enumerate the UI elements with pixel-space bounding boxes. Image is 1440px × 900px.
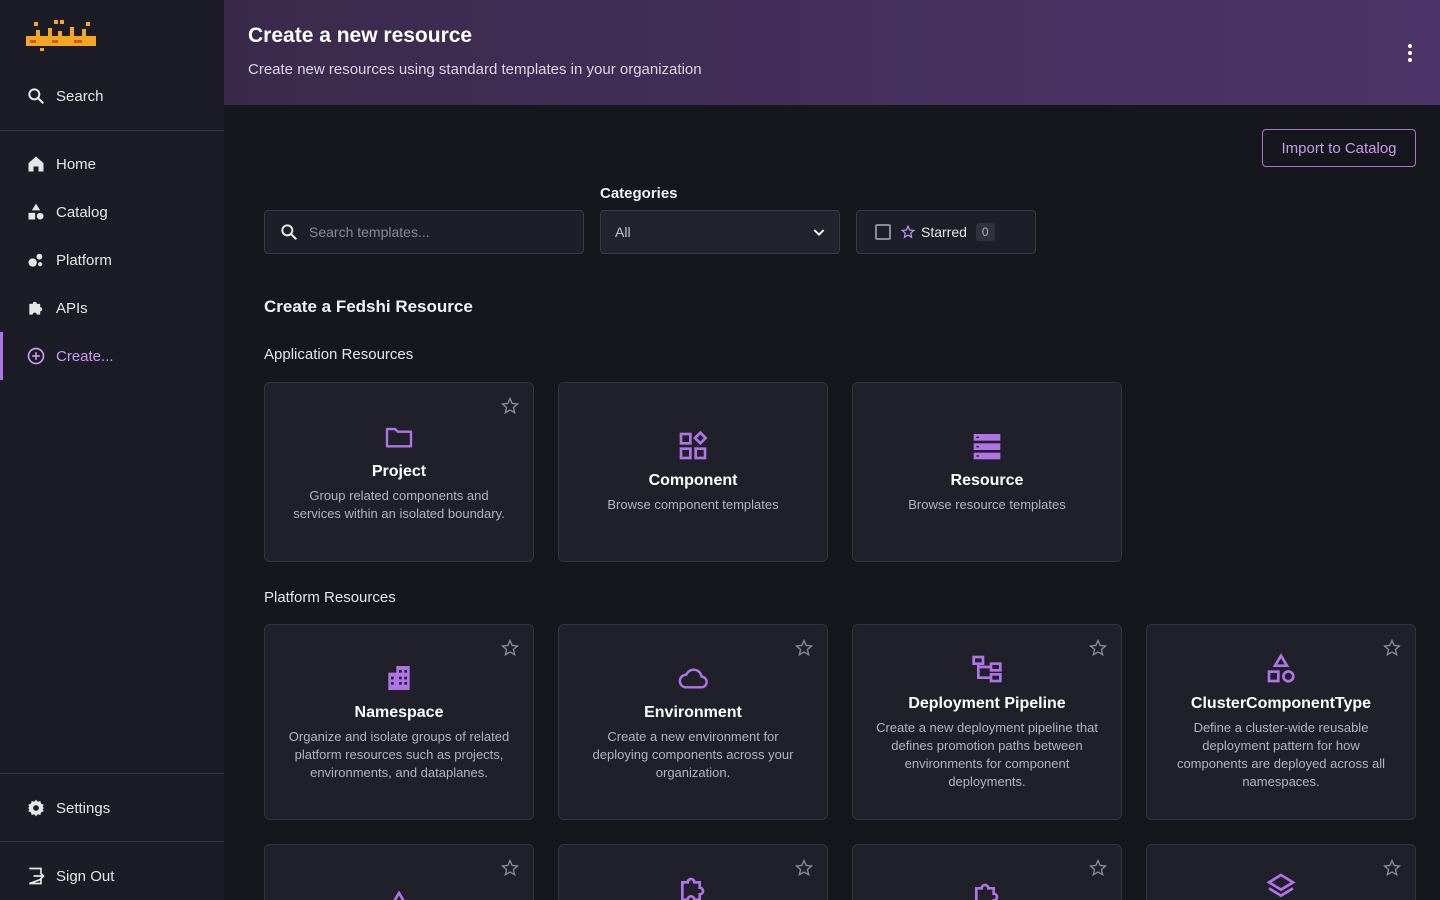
template-card-environment[interactable]: Environment Create a new environment for…	[558, 624, 828, 820]
star-icon[interactable]	[1089, 859, 1107, 877]
page-subtitle: Create new resources using standard temp…	[248, 61, 702, 78]
card-title: Namespace	[354, 704, 444, 721]
card-title: ClusterComponentType	[1190, 695, 1372, 712]
sidebar-item-label: Search	[56, 87, 104, 105]
sidebar-item-signout[interactable]: Sign Out	[0, 852, 224, 900]
sidebar-item-create[interactable]: Create...	[0, 332, 224, 380]
sidebar-divider	[0, 773, 224, 774]
signout-icon	[26, 866, 46, 886]
group-title-application: Application Resources	[264, 346, 414, 363]
star-icon[interactable]	[1383, 639, 1401, 657]
star-icon	[901, 225, 915, 239]
section-title: Create a Fedshi Resource	[264, 297, 473, 316]
resource-icon	[973, 434, 1001, 460]
sidebar-divider	[0, 841, 224, 842]
template-card-partial-4[interactable]	[1146, 844, 1416, 900]
platform-icon	[26, 250, 46, 270]
puzzle-icon	[681, 877, 705, 900]
sidebar-item-label: Home	[56, 155, 97, 173]
starred-label: Starred	[921, 224, 967, 240]
template-card-namespace[interactable]: Namespace Organize and isolate groups of…	[264, 624, 534, 820]
sidebar-item-settings[interactable]: Settings	[0, 784, 224, 832]
sidebar-item-label: Settings	[56, 799, 111, 817]
categories-label: Categories	[600, 185, 678, 202]
folder-icon	[385, 427, 413, 448]
template-card-cluster-component-type[interactable]: ClusterComponentType Define a cluster-wi…	[1146, 624, 1416, 820]
apis-icon	[26, 298, 46, 318]
sidebar-item-home[interactable]: Home	[0, 140, 224, 188]
catalog-icon	[26, 202, 46, 222]
sidebar-item-search[interactable]: Search	[0, 72, 224, 120]
star-icon[interactable]	[795, 639, 813, 657]
template-card-partial-3[interactable]	[852, 844, 1122, 900]
starred-checkbox[interactable]	[875, 224, 891, 240]
cloud-icon	[678, 668, 708, 689]
categories-select[interactable]: All	[600, 210, 840, 254]
warning-icon	[393, 890, 405, 900]
create-icon	[26, 346, 46, 366]
search-icon	[26, 86, 46, 106]
star-icon[interactable]	[501, 859, 519, 877]
template-card-partial-1[interactable]	[264, 844, 534, 900]
star-icon[interactable]	[501, 639, 519, 657]
group-title-platform: Platform Resources	[264, 589, 396, 606]
sidebar-item-label: Sign Out	[56, 867, 115, 885]
card-description: Create a new environment for deploying c…	[592, 729, 794, 780]
template-card-resource[interactable]: Resource Browse resource templates	[852, 382, 1122, 562]
card-description: Browse component templates	[607, 497, 779, 512]
sidebar: Search Home Catalog Platform APIs Create…	[0, 0, 224, 900]
settings-icon	[26, 798, 46, 818]
template-card-component[interactable]: Component Browse component templates	[558, 382, 828, 562]
star-icon[interactable]	[1089, 639, 1107, 657]
sidebar-item-label: Catalog	[56, 203, 108, 221]
card-description: Browse resource templates	[908, 497, 1066, 512]
sidebar-item-label: Platform	[56, 251, 112, 269]
star-icon[interactable]	[1383, 859, 1401, 877]
sidebar-item-label: Create...	[56, 347, 114, 365]
namespace-icon	[388, 666, 410, 690]
card-description: Create a new deployment pipeline that de…	[876, 720, 1098, 789]
home-icon	[26, 154, 46, 174]
categories-value: All	[615, 224, 631, 240]
star-icon[interactable]	[795, 859, 813, 877]
sidebar-divider	[0, 130, 224, 131]
chevron-down-icon	[813, 229, 825, 236]
card-description: Organize and isolate groups of related p…	[288, 729, 510, 780]
import-to-catalog-button[interactable]: Import to Catalog	[1262, 129, 1416, 167]
sidebar-item-platform[interactable]: Platform	[0, 236, 224, 284]
sidebar-item-label: APIs	[56, 299, 88, 317]
card-title: Deployment Pipeline	[908, 695, 1066, 712]
card-title: Resource	[950, 472, 1024, 489]
sidebar-item-catalog[interactable]: Catalog	[0, 188, 224, 236]
kebab-icon[interactable]	[1400, 40, 1420, 66]
template-search[interactable]	[264, 210, 584, 254]
search-input[interactable]	[309, 224, 569, 240]
card-description: Group related components and services wi…	[293, 488, 505, 521]
star-icon[interactable]	[501, 397, 519, 415]
puzzle-icon	[975, 883, 999, 900]
starred-filter[interactable]: Starred 0	[856, 210, 1036, 254]
page-header: Create a new resource Create new resourc…	[224, 0, 1440, 105]
layers-icon	[1266, 873, 1296, 898]
search-icon	[281, 224, 297, 240]
card-title: Project	[371, 463, 427, 480]
starred-count-badge: 0	[975, 223, 995, 241]
page-title: Create a new resource	[248, 24, 473, 47]
template-card-deployment-pipeline[interactable]: Deployment Pipeline Create a new deploym…	[852, 624, 1122, 820]
shapes-icon	[1267, 653, 1295, 683]
pipeline-icon	[972, 655, 1002, 683]
card-title: Environment	[644, 704, 742, 721]
component-icon	[679, 430, 708, 460]
sidebar-item-apis[interactable]: APIs	[0, 284, 224, 332]
template-card-project[interactable]: Project Group related components and ser…	[264, 382, 534, 562]
card-description: Define a cluster-wide reusable deploymen…	[1176, 720, 1386, 789]
card-title: Component	[648, 472, 738, 489]
app-logo[interactable]	[24, 18, 104, 52]
template-card-partial-2[interactable]	[558, 844, 828, 900]
